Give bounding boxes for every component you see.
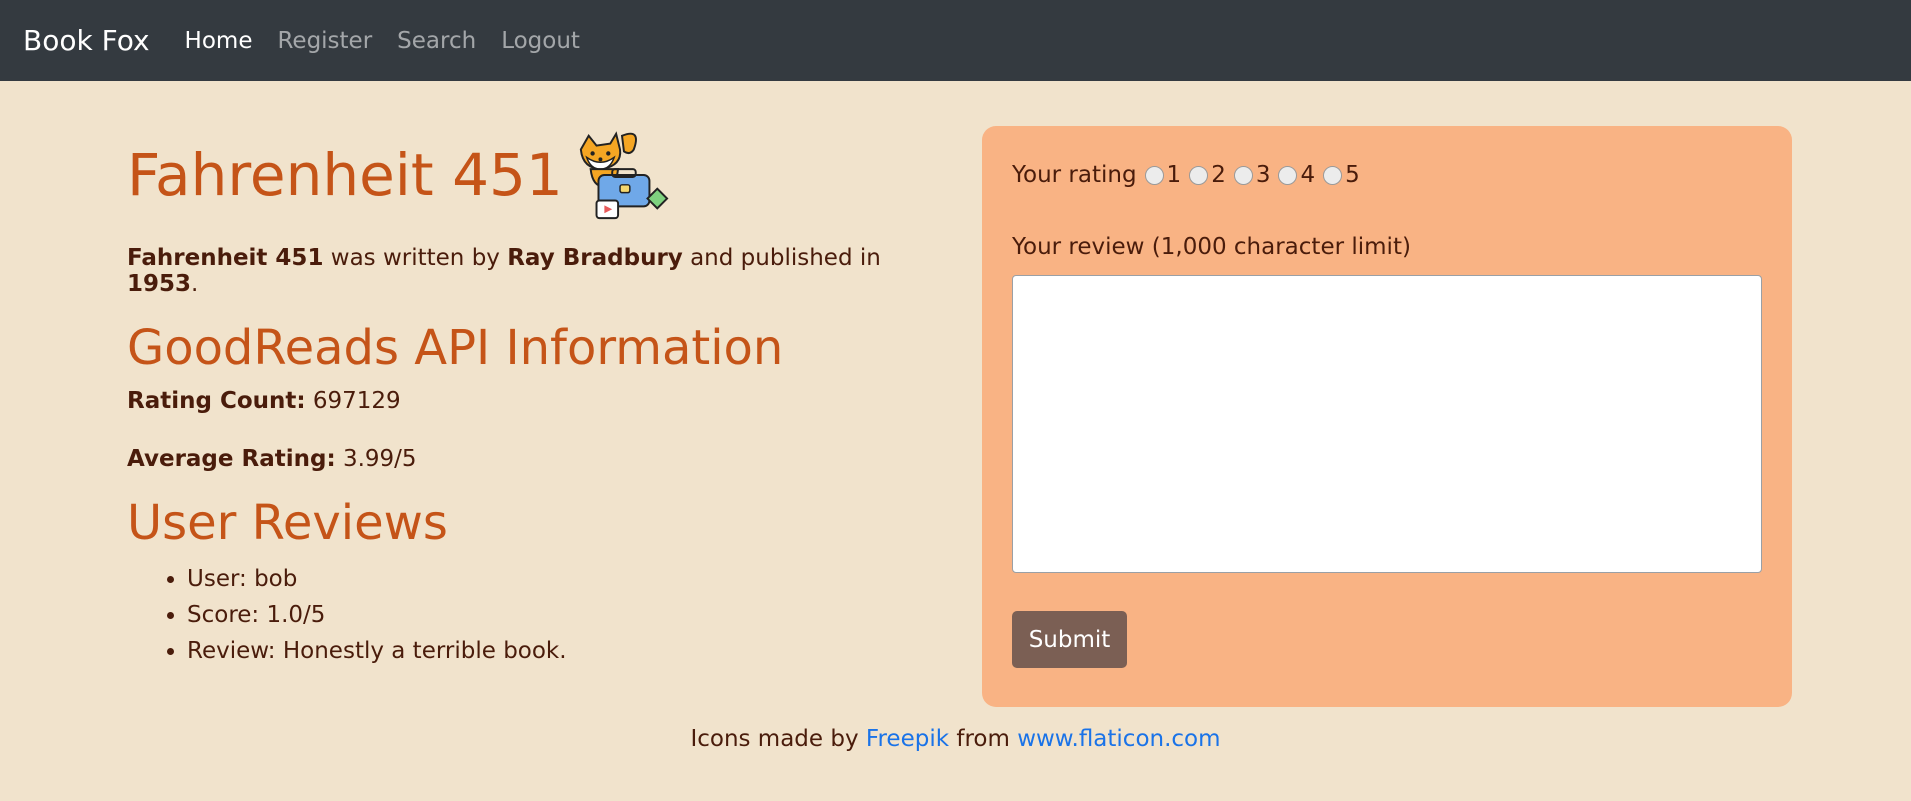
rating-option-label: 1 — [1166, 162, 1182, 188]
nav-register-link[interactable]: Register — [277, 28, 372, 54]
brand-link[interactable]: Book Fox — [23, 24, 150, 57]
nav-search-link[interactable]: Search — [397, 28, 476, 54]
rating-option-label: 3 — [1255, 162, 1271, 188]
rating-radio-5[interactable] — [1323, 165, 1343, 185]
fox-mascot-icon — [579, 131, 669, 220]
flaticon-link[interactable]: www.flaticon.com — [1017, 726, 1220, 752]
rating-option-label: 5 — [1345, 162, 1360, 188]
summary-text-written-by: was written by — [323, 245, 508, 271]
rating-group: Your rating 1 2 3 4 5 — [1012, 156, 1762, 194]
user-reviews-heading: User Reviews — [127, 495, 448, 552]
list-item: Review: Honestly a terrible book. — [187, 633, 927, 669]
footer-middle: from — [949, 726, 1018, 752]
rating-count-value: 697129 — [312, 388, 401, 415]
summary-text-published-in: and published in — [682, 245, 881, 271]
nav-logout-link[interactable]: Logout — [501, 28, 580, 54]
rating-count-label: Rating Count: — [127, 388, 306, 415]
book-title: Fahrenheit 451 — [127, 141, 563, 209]
average-rating: Average Rating: 3.99/5 — [127, 446, 927, 472]
summary-period: . — [191, 271, 199, 297]
rating-label: Your rating — [1012, 162, 1137, 188]
book-details: Fahrenheit 451 Fahrenheit 451 was writte… — [127, 125, 927, 669]
rating-radio-3[interactable] — [1233, 165, 1253, 185]
top-navbar: Book Fox Home Register Search Logout — [0, 0, 1911, 81]
user-reviews-list: User: bob Score: 1.0/5 Review: Honestly … — [127, 561, 927, 669]
average-rating-label: Average Rating: — [127, 446, 336, 473]
nav-home-link[interactable]: Home — [185, 28, 253, 54]
rating-radio-1[interactable] — [1144, 165, 1164, 185]
rating-count: Rating Count: 697129 — [127, 388, 927, 414]
book-summary: Fahrenheit 451 was written by Ray Bradbu… — [127, 245, 927, 297]
title-row: Fahrenheit 451 — [127, 125, 927, 225]
rating-option-label: 4 — [1300, 162, 1316, 188]
summary-year: 1953 — [127, 271, 192, 297]
submit-button[interactable]: Submit — [1012, 611, 1127, 668]
summary-book-title: Fahrenheit 451 — [127, 245, 324, 271]
summary-author: Ray Bradbury — [507, 245, 683, 271]
average-rating-value: 3.99/5 — [342, 446, 417, 473]
list-item: User: bob — [187, 561, 927, 597]
review-form-panel: Your rating 1 2 3 4 5 Your review (1,000… — [982, 126, 1792, 707]
footer-credits: Icons made by Freepik from www.flaticon.… — [0, 726, 1911, 752]
freepik-link[interactable]: Freepik — [866, 726, 949, 752]
review-label: Your review (1,000 character limit) — [1012, 234, 1411, 260]
rating-radio-4[interactable] — [1278, 165, 1298, 185]
rating-radio-2[interactable] — [1189, 165, 1209, 185]
list-item: Score: 1.0/5 — [187, 597, 927, 633]
rating-option-label: 2 — [1211, 162, 1226, 188]
review-textarea[interactable] — [1012, 275, 1762, 573]
api-heading: GoodReads API Information — [127, 320, 784, 376]
footer-prefix: Icons made by — [690, 726, 866, 752]
